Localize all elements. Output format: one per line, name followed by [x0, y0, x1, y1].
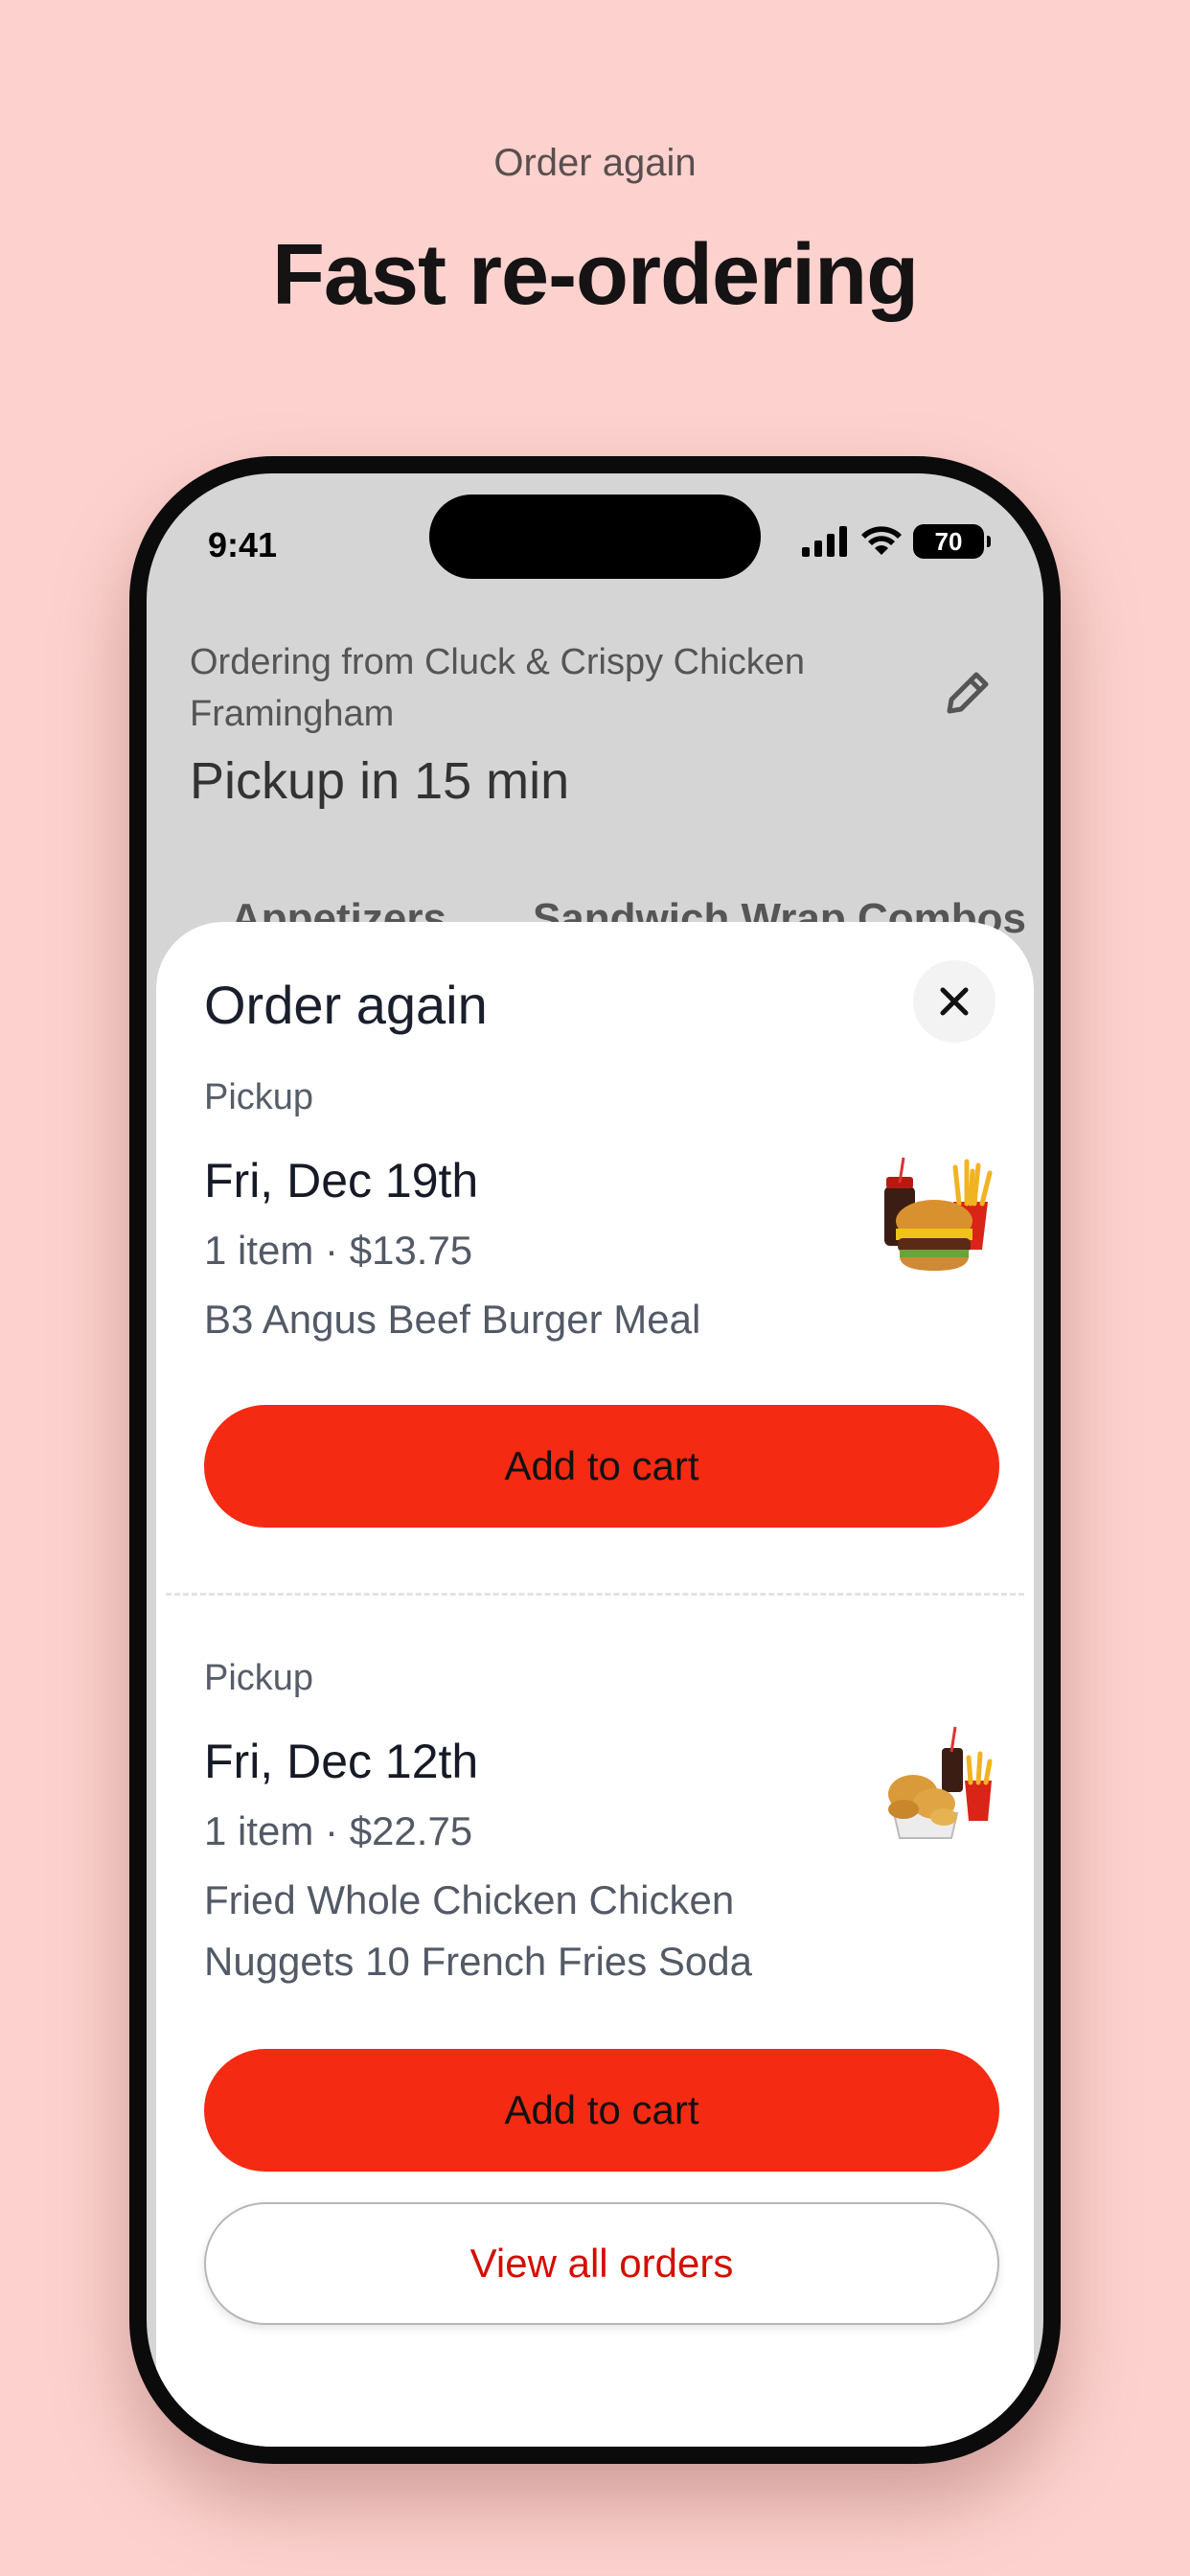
order-items: Fried Whole Chicken Chicken Nuggets 10 F…	[204, 1877, 752, 1984]
store-line: Ordering from Cluck & Crispy Chicken Fra…	[190, 642, 805, 734]
close-icon	[940, 987, 969, 1016]
burger-meal-image	[884, 1157, 993, 1271]
battery-icon: 70	[913, 524, 991, 559]
phone-screen: 9:41 70 Ordering from Cluck & Crispy Chi…	[147, 473, 1043, 2447]
status-icons: 70	[802, 523, 991, 560]
pencil-icon[interactable]	[938, 663, 997, 723]
close-button[interactable]	[913, 960, 995, 1043]
order-card: Pickup Fri, Dec 19th 1 item · $13.75 B3 …	[204, 1077, 999, 1350]
sheet-title: Order again	[204, 975, 488, 1035]
order-card: Pickup Fri, Dec 12th 1 item · $22.75 Fri…	[204, 1658, 999, 1992]
chicken-meal-image	[888, 1726, 993, 1839]
phone-frame: 9:41 70 Ordering from Cluck & Crispy Chi…	[129, 456, 1061, 2464]
promo-title: Fast re-ordering	[271, 227, 919, 323]
order-type: Pickup	[204, 1658, 314, 1698]
wifi-icon	[861, 526, 902, 555]
add-to-cart-button[interactable]: Add to cart	[204, 2049, 999, 2172]
promo-eyebrow: Order again	[493, 142, 697, 184]
cellular-signal-icon	[802, 526, 847, 557]
status-time: 9:41	[208, 525, 278, 564]
order-items: B3 Angus Beef Burger Meal	[204, 1297, 701, 1342]
add-to-cart-button[interactable]: Add to cart	[204, 1405, 999, 1528]
order-again-sheet: Order again Pickup Fri, Dec 19th 1 item …	[156, 922, 1034, 2447]
view-all-orders-button[interactable]: View all orders	[204, 2202, 999, 2325]
pickup-time: Pickup in 15 min	[190, 752, 570, 810]
dynamic-island	[429, 494, 761, 579]
divider	[166, 1593, 1024, 1596]
order-type: Pickup	[204, 1077, 314, 1117]
